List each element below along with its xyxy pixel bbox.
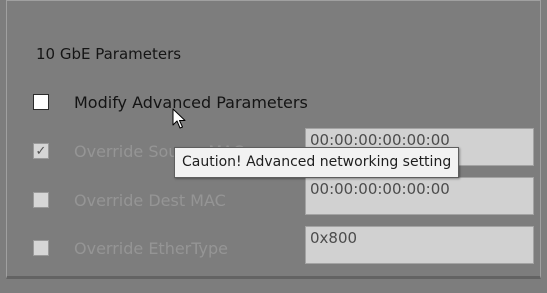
override-ethertype-checkbox[interactable]: [33, 240, 49, 256]
dest-mac-field[interactable]: 00:00:00:00:00:00: [305, 177, 534, 215]
override-ethertype-label: Override EtherType: [74, 239, 229, 258]
modify-advanced-label[interactable]: Modify Advanced Parameters: [74, 93, 308, 112]
check-icon: ✓: [35, 143, 47, 159]
advanced-parameters-panel: 10 GbE Parameters Modify Advanced Parame…: [6, 0, 541, 279]
override-dest-mac-checkbox[interactable]: [33, 192, 49, 208]
mouse-pointer-icon: [172, 108, 186, 129]
override-dest-mac-label: Override Dest MAC: [74, 191, 226, 210]
override-source-mac-checkbox[interactable]: ✓: [33, 143, 49, 159]
ethertype-field[interactable]: 0x800: [305, 226, 534, 264]
section-title: 10 GbE Parameters: [36, 45, 182, 63]
modify-advanced-checkbox[interactable]: [33, 94, 49, 110]
caution-tooltip: Caution! Advanced networking setting: [174, 147, 460, 178]
